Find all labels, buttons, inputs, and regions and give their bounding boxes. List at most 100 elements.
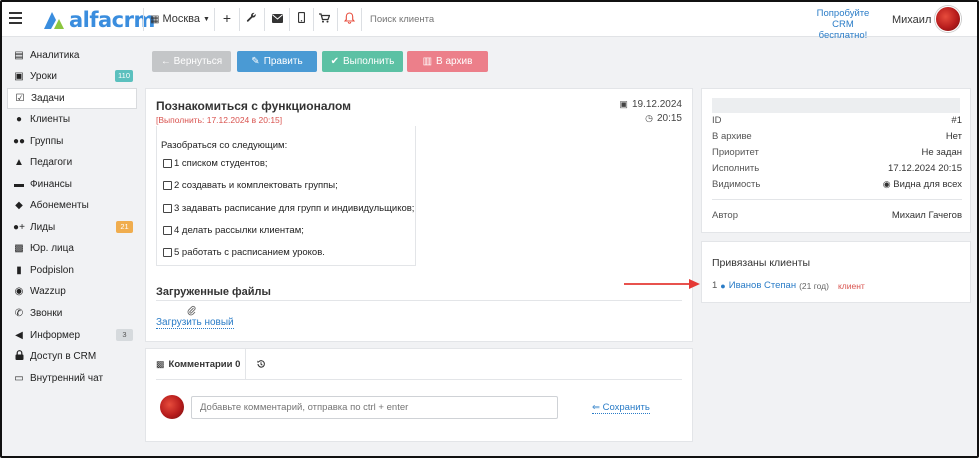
checklist-item[interactable]: 2 создавать и комплектовать группы; — [163, 180, 338, 191]
save-comment-button[interactable]: ⇐ Сохранить — [592, 402, 650, 414]
info-value: Михаил Гачегов — [891, 210, 962, 221]
mobile-icon[interactable] — [294, 11, 308, 26]
divider — [156, 379, 682, 380]
history-icon[interactable] — [256, 359, 266, 369]
sidebar-item-internal-chat[interactable]: ▭ Внутренний чат — [7, 368, 137, 389]
chart-icon: ▤ — [14, 50, 24, 61]
sidebar-item-label: Информер — [30, 330, 81, 341]
trash-icon: ▥ — [422, 56, 433, 67]
linked-clients-title: Привязаны клиенты — [712, 257, 811, 269]
plus-icon[interactable]: + — [220, 10, 234, 26]
sidebar-item-label: Внутренний чат — [30, 373, 104, 384]
user-name[interactable]: Михаил — [892, 14, 931, 26]
info-label: В архиве — [712, 131, 752, 142]
sidebar-item-wazzup[interactable]: ◉ Wazzup — [7, 281, 137, 302]
building-icon: ▦ — [150, 13, 160, 25]
sidebar-item-teachers[interactable]: ▲ Педагоги — [7, 152, 137, 173]
sidebar-item-podpislon[interactable]: ▮ Podpislon — [7, 260, 137, 281]
info-label: Приоритет — [712, 147, 759, 158]
top-bar: alfacrm ▦ Москва ▼ + Поиск клиента Попро… — [2, 2, 977, 41]
archive-button[interactable]: ▥ В архив — [407, 51, 488, 72]
divider — [264, 8, 265, 31]
divider — [239, 8, 240, 31]
sidebar-item-groups[interactable]: ●● Группы — [7, 131, 137, 152]
annotation-arrow — [624, 279, 700, 289]
sidebar-item-label: Педагоги — [30, 157, 73, 168]
sidebar-item-tasks[interactable]: ☑ Задачи — [7, 88, 137, 109]
calendar-icon: ▣ — [14, 71, 24, 82]
divider — [313, 8, 314, 31]
checkbox[interactable] — [163, 181, 172, 190]
sidebar-item-lessons[interactable]: ▣ Уроки 110 — [7, 66, 137, 87]
divider — [712, 199, 962, 200]
try-free-link[interactable]: Попробуйте CRM бесплатно! — [808, 8, 878, 41]
sidebar-item-label: Уроки — [30, 71, 57, 82]
sidebar-item-crm-access[interactable]: Доступ в CRM — [7, 346, 137, 367]
money-icon: ▬ — [14, 179, 24, 190]
client-name-link[interactable]: Иванов Степан — [729, 280, 796, 291]
promo-line2: CRM бесплатно! — [818, 19, 868, 41]
checklist-item-label: 2 создавать и комплектовать группы; — [174, 180, 338, 191]
divider — [143, 8, 144, 31]
user-icon: ● — [15, 114, 23, 125]
sidebar-item-legal-entities[interactable]: ▩ Юр. лица — [7, 238, 137, 259]
comment-input[interactable] — [191, 396, 558, 419]
info-value: Не задан — [921, 147, 963, 158]
save-comment-label: Сохранить — [602, 402, 650, 413]
client-row: 1 ● Иванов Степан (21 год) клиент — [712, 280, 865, 291]
bell-icon[interactable] — [342, 12, 356, 27]
logo[interactable]: alfacrm — [42, 8, 155, 32]
checklist-item-label: 1 списком студентов; — [174, 158, 268, 169]
sidebar-item-informer[interactable]: ◀ Информер 3 — [7, 325, 137, 346]
sidebar-item-calls[interactable]: ✆ Звонки — [7, 303, 137, 324]
sidebar-item-subscriptions[interactable]: ◆ Абонементы — [7, 195, 137, 216]
linked-clients-card: Привязаны клиенты 1 ● Иванов Степан (21 … — [701, 241, 971, 303]
sidebar-item-label: Клиенты — [30, 114, 71, 125]
send-icon: ⇐ — [592, 402, 600, 413]
checkbox[interactable] — [163, 204, 172, 213]
user-plus-icon: ●+ — [13, 222, 25, 233]
city-selector[interactable]: ▦ Москва ▼ — [150, 13, 210, 25]
cart-icon[interactable] — [317, 12, 331, 26]
task-info-card: ID #1 В архиве Нет Приоритет Не задан Ис… — [701, 88, 971, 233]
edit-button[interactable]: ✎ Править — [237, 51, 317, 72]
city-label: Москва — [162, 13, 201, 25]
sidebar: ▤ Аналитика ▣ Уроки 110 ☑ Задачи ● Клиен… — [2, 38, 139, 456]
sidebar-item-leads[interactable]: ●+ Лиды 21 — [7, 217, 137, 238]
menu-icon[interactable] — [9, 12, 22, 24]
checklist-item[interactable]: 5 работать с расписанием уроков. — [163, 247, 325, 258]
checklist-item[interactable]: 4 делать рассылки клиентам; — [163, 225, 304, 236]
graduation-cap-icon: ▲ — [14, 157, 24, 168]
app-window: alfacrm ▦ Москва ▼ + Поиск клиента Попро… — [0, 0, 979, 458]
users-icon: ●● — [13, 136, 26, 147]
info-row-archived: В архиве Нет — [712, 131, 962, 142]
task-title: Познакомиться с функционалом — [156, 99, 352, 113]
checkbox[interactable] — [163, 248, 172, 257]
sidebar-item-analytics[interactable]: ▤ Аналитика — [7, 45, 137, 66]
checkbox[interactable] — [163, 226, 172, 235]
task-card: Познакомиться с функционалом [Выполнить:… — [145, 88, 693, 342]
checklist-item[interactable]: 1 списком студентов; — [163, 158, 268, 169]
checkbox[interactable] — [163, 159, 172, 168]
sidebar-item-finance[interactable]: ▬ Финансы — [7, 174, 137, 195]
info-row-visibility: Видимость ◉ Видна для всех — [712, 179, 962, 190]
sidebar-item-clients[interactable]: ● Клиенты — [7, 109, 137, 130]
envelope-icon[interactable] — [270, 12, 284, 26]
divider — [361, 8, 362, 31]
back-button[interactable]: ← Вернуться — [152, 51, 231, 72]
complete-button-label: Выполнить — [343, 56, 395, 67]
sidebar-item-label: Звонки — [30, 308, 63, 319]
calendar-icon: ▣ — [619, 99, 628, 109]
info-row-priority: Приоритет Не задан — [712, 147, 962, 158]
checklist-item[interactable]: 3 задавать расписание для групп и индиви… — [163, 203, 414, 214]
info-row-id: ID #1 — [712, 115, 962, 126]
upload-file-link[interactable]: Загрузить новый — [156, 317, 234, 329]
task-description: Разобраться со следующим: 1 списком студ… — [156, 126, 416, 266]
sidebar-item-label: Финансы — [30, 179, 72, 190]
wrench-icon[interactable] — [244, 12, 258, 26]
client-search-input[interactable] — [370, 14, 570, 25]
complete-button[interactable]: ✔ Выполнить — [322, 51, 403, 72]
tab-comments[interactable]: ▩ Комментарии 0 — [146, 349, 246, 379]
sidebar-item-label: Юр. лица — [30, 243, 74, 254]
avatar[interactable] — [935, 6, 961, 32]
